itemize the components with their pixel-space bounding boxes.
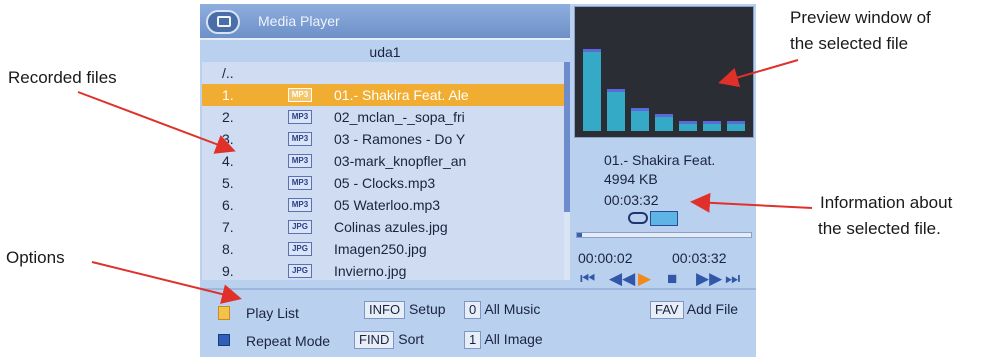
repeat-icon (628, 212, 648, 224)
spectrum-bar (607, 89, 625, 131)
current-folder: uda1 (369, 44, 401, 60)
transport-controls: ⏮ ◀◀ ▶ ■ ▶▶ ⏭ (576, 270, 754, 288)
total-time: 00:03:32 (672, 250, 727, 266)
file-row[interactable]: 2. MP3 02_mclan_-_sopa_fri (202, 106, 564, 128)
scrollbar-thumb[interactable] (564, 62, 570, 212)
spectrum-bar (583, 49, 601, 131)
file-number: 2. (222, 109, 234, 125)
skip-forward-icon[interactable]: ⏭ (725, 270, 740, 288)
all-music-label: All Music (484, 301, 541, 317)
file-row[interactable]: 7. JPG Colinas azules.jpg (202, 216, 564, 238)
spectrum-bar (703, 121, 721, 131)
annotation-preview-line2: the selected file (790, 34, 909, 53)
jpg-file-icon: JPG (288, 264, 312, 278)
skip-back-icon[interactable]: ⏮ (580, 270, 595, 288)
file-name: 02_mclan_-_sopa_fri (334, 109, 465, 125)
file-number: 8. (222, 241, 234, 257)
setup-label: Setup (408, 301, 446, 317)
fast-forward-icon[interactable]: ▶▶ (696, 270, 722, 288)
jpg-file-icon: JPG (288, 220, 312, 234)
play-icon[interactable]: ▶ (638, 270, 651, 288)
file-name: 01.- Shakira Feat. Ale (334, 87, 469, 103)
file-row[interactable]: 8. JPG Imagen250.jpg (202, 238, 564, 260)
spectrum-bar (631, 108, 649, 131)
add-file-option[interactable]: FAV Add File (650, 300, 738, 319)
file-number: 1. (222, 87, 234, 103)
spectrum-bar (727, 121, 745, 131)
info-key: INFO (364, 301, 406, 319)
key-0: 0 (464, 301, 482, 319)
file-number: 6. (222, 197, 234, 213)
parent-directory-row[interactable]: /.. (202, 62, 564, 84)
file-row[interactable]: 6. MP3 05 Waterloo.mp3 (202, 194, 564, 216)
file-number: 4. (222, 153, 234, 169)
annotation-recorded-files: Recorded files (8, 68, 117, 87)
stop-icon[interactable]: ■ (667, 270, 677, 288)
spectrum-bar (655, 114, 673, 131)
footer-divider (200, 288, 756, 290)
annotation-info-line2: the selected file. (818, 219, 941, 238)
file-number: 3. (222, 131, 234, 147)
spectrum-bar (679, 121, 697, 131)
media-player-screen: Media Player uda1 /.. 1. MP3 01.- Shakira … (200, 4, 756, 357)
rewind-icon[interactable]: ◀◀ (609, 270, 635, 288)
fav-key: FAV (650, 301, 684, 319)
file-number: 7. (222, 219, 234, 235)
mp3-file-icon: MP3 (288, 176, 312, 190)
file-row[interactable]: 9. JPG Invierno.jpg (202, 260, 564, 282)
info-duration: 00:03:32 (604, 192, 659, 208)
all-music-option[interactable]: 0 All Music (464, 300, 540, 319)
mp3-file-icon: MP3 (288, 154, 312, 168)
play-list-option[interactable]: Play List (246, 304, 299, 322)
annotation-preview-line1: Preview window of (790, 8, 931, 27)
sort-option[interactable]: FIND Sort (354, 330, 424, 349)
repeat-mode-option[interactable]: Repeat Mode (246, 332, 330, 350)
jpg-file-icon: JPG (288, 242, 312, 256)
file-name: 05 Waterloo.mp3 (334, 197, 441, 213)
info-file-title: 01.- Shakira Feat. (604, 152, 716, 168)
playlist-folder-icon (218, 306, 230, 320)
mp3-file-icon: MP3 (288, 110, 312, 124)
file-number: 5. (222, 175, 234, 191)
window-title: Media Player (258, 13, 340, 29)
file-number: 9. (222, 263, 234, 279)
file-name: Imagen250.jpg (334, 241, 427, 257)
file-row[interactable]: 5. MP3 05 - Clocks.mp3 (202, 172, 564, 194)
file-row[interactable]: 4. MP3 03-mark_knopfler_an (202, 150, 564, 172)
all-image-option[interactable]: 1 All Image (464, 330, 543, 349)
preview-window (574, 6, 754, 138)
file-list: /.. 1. MP3 01.- Shakira Feat. Ale 2. MP3 02_m… (202, 62, 564, 280)
file-row[interactable]: 1. MP3 01.- Shakira Feat. Ale (202, 84, 564, 106)
mp3-file-icon: MP3 (288, 88, 312, 102)
setup-option[interactable]: INFO Setup (364, 300, 446, 319)
playback-progress-bar[interactable] (576, 232, 752, 238)
file-list-scrollbar[interactable] (564, 62, 570, 280)
file-name: 03 - Ramones - Do Y (334, 131, 466, 147)
parent-directory-label: /.. (222, 65, 234, 81)
repeat-mode-icon (218, 334, 230, 346)
file-row[interactable]: 3. MP3 03 - Ramones - Do Y (202, 128, 564, 150)
add-file-label: Add File (686, 301, 739, 317)
progress-fill (577, 233, 582, 237)
title-bar: Media Player (200, 4, 570, 40)
info-file-size: 4994 KB (604, 171, 658, 187)
file-name: Invierno.jpg (334, 263, 407, 279)
key-1: 1 (464, 331, 482, 349)
mp3-file-icon: MP3 (288, 198, 312, 212)
media-player-logo-icon (206, 10, 240, 34)
sort-label: Sort (398, 331, 424, 347)
annotation-info-line1: Information about (820, 193, 953, 212)
file-name: Colinas azules.jpg (334, 219, 448, 235)
repeat-status-icon (650, 211, 678, 226)
elapsed-time: 00:00:02 (578, 250, 633, 266)
find-key: FIND (354, 331, 395, 349)
mp3-file-icon: MP3 (288, 132, 312, 146)
file-name: 03-mark_knopfler_an (334, 153, 467, 169)
annotation-options: Options (6, 248, 65, 267)
file-name: 05 - Clocks.mp3 (334, 175, 436, 191)
all-image-label: All Image (484, 331, 543, 347)
